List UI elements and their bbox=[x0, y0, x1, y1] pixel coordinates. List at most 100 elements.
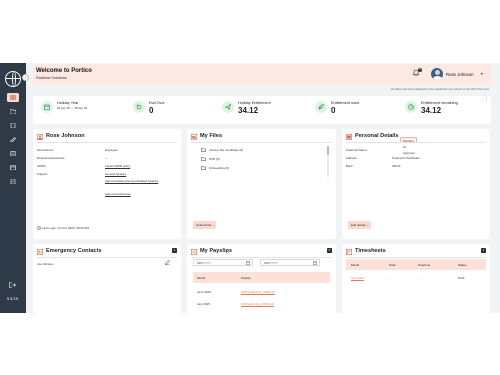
divider bbox=[37, 257, 177, 258]
sidebar-item-calendar[interactable] bbox=[7, 163, 19, 172]
app-version: V 3.7.0 bbox=[7, 297, 19, 301]
department-access-label: Departmental Access: bbox=[37, 156, 66, 160]
clipboard-icon bbox=[10, 151, 16, 156]
files-title: My Files bbox=[200, 133, 223, 139]
logout-icon[interactable] bbox=[9, 282, 16, 288]
sidebar-item-expenses[interactable] bbox=[7, 135, 19, 144]
profile-card: Rose Johnson Permissions: Employee Depar… bbox=[33, 129, 181, 239]
chevron-right-icon: › bbox=[212, 223, 214, 227]
sidebar: ‹ V 3.7.0 bbox=[0, 63, 29, 313]
payslips-count-badge: 2 bbox=[327, 248, 332, 253]
folder-item[interactable]: KPR (0) bbox=[201, 157, 220, 161]
divider bbox=[191, 257, 332, 258]
folder-label: KPR (0) bbox=[209, 157, 220, 161]
profile-name: Rose Johnson bbox=[46, 133, 85, 139]
bank-value: IDFCK bbox=[392, 164, 401, 168]
support-label: Support: bbox=[37, 172, 48, 176]
calendar-icon bbox=[246, 261, 250, 265]
pie-icon bbox=[405, 101, 417, 113]
preferred-name-label: Preferred Name: bbox=[346, 148, 368, 152]
edit-icon[interactable] bbox=[165, 260, 170, 265]
files-card: My Files Income Tax Certificate (0) KPR … bbox=[187, 129, 336, 239]
timesheet-month-link[interactable]: Nov 2025 bbox=[351, 276, 364, 280]
sidebar-item-files[interactable] bbox=[7, 107, 19, 116]
divider bbox=[346, 257, 486, 258]
avatar[interactable] bbox=[431, 68, 443, 80]
stat-value: 34.12 bbox=[421, 106, 442, 115]
expenses-queries-link[interactable]: Approved Expenses and Related Queries bbox=[105, 179, 169, 183]
folder-label: Income Tax Certificate (0) bbox=[209, 148, 244, 152]
app-frame: ‹ V 3.7.0 Welcome to Portico Radhost Sol… bbox=[0, 63, 500, 313]
timezone-note: All dates and times displayed in the app… bbox=[390, 87, 490, 91]
more-menu-icon[interactable]: ⋮ bbox=[484, 97, 489, 102]
stat-value: 34.12 bbox=[238, 106, 259, 115]
calendar-icon bbox=[41, 101, 53, 113]
payslips-card: My Payslips 2 MM/YYYY MM/YYYY Month Pays… bbox=[187, 244, 336, 313]
sidebar-collapse-button[interactable]: ‹ bbox=[22, 74, 29, 81]
calendar-icon bbox=[313, 261, 317, 265]
stat-label: Entitlement used bbox=[331, 101, 360, 105]
chevron-down-icon[interactable]: ▼ bbox=[480, 72, 483, 76]
address-value: Topfoundo Worldwide bbox=[392, 156, 420, 160]
permissions-label: Permissions: bbox=[37, 148, 54, 152]
folder-item[interactable]: Onboarding (0) bbox=[201, 166, 229, 170]
stat-value: 0 bbox=[331, 106, 336, 115]
to-date-input[interactable]: MM/YYYY bbox=[260, 259, 320, 266]
gdpr-policy-link[interactable]: Latest GDPR policy bbox=[105, 164, 130, 168]
files-scroll-thumb[interactable] bbox=[327, 146, 329, 155]
sidebar-item-dashboard[interactable] bbox=[7, 93, 19, 102]
folder-icon bbox=[10, 109, 16, 114]
address-label: Address: bbox=[346, 156, 358, 160]
divider bbox=[346, 142, 486, 143]
notification-count: 0 bbox=[418, 68, 422, 72]
from-date-placeholder: MM/YYYY bbox=[197, 261, 211, 265]
upload-file-button[interactable]: Upload File › bbox=[193, 221, 217, 229]
folder-item[interactable]: Income Tax Certificate (0) bbox=[201, 148, 243, 152]
timesheet-status: Draft bbox=[458, 276, 465, 280]
stat-label: Holiday Year bbox=[57, 101, 79, 105]
payslip-file-link[interactable]: CNPayslipJuly_2025.pdf bbox=[241, 302, 274, 306]
last-login: Last Login: 13 Nov 2025, 05:22 PM bbox=[37, 226, 89, 230]
payslip-icon bbox=[191, 248, 197, 255]
files-icon bbox=[191, 133, 197, 140]
leaf-icon bbox=[315, 101, 327, 113]
dashboard-icon bbox=[10, 95, 16, 100]
timesheets-count-badge: 1 bbox=[481, 248, 486, 253]
upload-file-label: Upload File bbox=[196, 223, 212, 227]
column-header-total: Total bbox=[389, 263, 396, 267]
edit-details-button[interactable]: Edit details › bbox=[348, 221, 371, 229]
rollover-icon bbox=[133, 101, 145, 113]
page-title: Welcome to Portico bbox=[36, 68, 92, 74]
timesheet-overtime: - bbox=[418, 276, 419, 280]
payslip-month: June 2025 bbox=[197, 290, 212, 294]
column-header-month: Month bbox=[351, 263, 360, 267]
report-icon bbox=[10, 179, 16, 184]
stat-label: Roll Over bbox=[149, 101, 165, 105]
payslips-table-header: Month Payslip bbox=[193, 272, 330, 283]
last-login-text: Last Login: 13 Nov 2025, 05:22 PM bbox=[42, 226, 90, 230]
sidebar-item-reports[interactable] bbox=[7, 177, 19, 186]
sidebar-item-documents[interactable] bbox=[7, 121, 19, 130]
bank-label: Bank: bbox=[346, 164, 354, 168]
from-date-input[interactable]: MM/YYYY bbox=[193, 259, 253, 266]
id-card-icon bbox=[346, 133, 352, 140]
contact-name: Joe Johnson bbox=[37, 262, 54, 266]
gdpr-label: GDPR: bbox=[37, 164, 47, 168]
emergency-count-badge: 1 bbox=[172, 248, 177, 253]
clock-icon bbox=[37, 226, 41, 230]
folder-icon bbox=[201, 166, 206, 170]
globe-logo-icon bbox=[5, 71, 21, 87]
approved-absences-link[interactable]: Approved Absences bbox=[105, 192, 131, 196]
document-icon bbox=[10, 123, 16, 128]
sidebar-item-timesheets[interactable] bbox=[7, 149, 19, 158]
emergency-contacts-title: Emergency Contacts bbox=[46, 248, 102, 254]
general-queries-link[interactable]: General Queries bbox=[105, 172, 126, 176]
payslip-file-link[interactable]: CNPayslipJune_2025.pdf bbox=[241, 290, 275, 294]
stat-period: 26 Apr 25 — 25 Apr 26 bbox=[57, 106, 88, 110]
timesheets-card: Timesheets 1 Month Total Overtime Status… bbox=[342, 244, 490, 313]
user-name[interactable]: Rose Johnson bbox=[446, 72, 473, 77]
folder-icon bbox=[201, 157, 206, 161]
company-name: Radhost Solutions bbox=[36, 76, 67, 80]
department-access-value: — bbox=[105, 156, 108, 160]
payslips-title: My Payslips bbox=[200, 248, 233, 254]
